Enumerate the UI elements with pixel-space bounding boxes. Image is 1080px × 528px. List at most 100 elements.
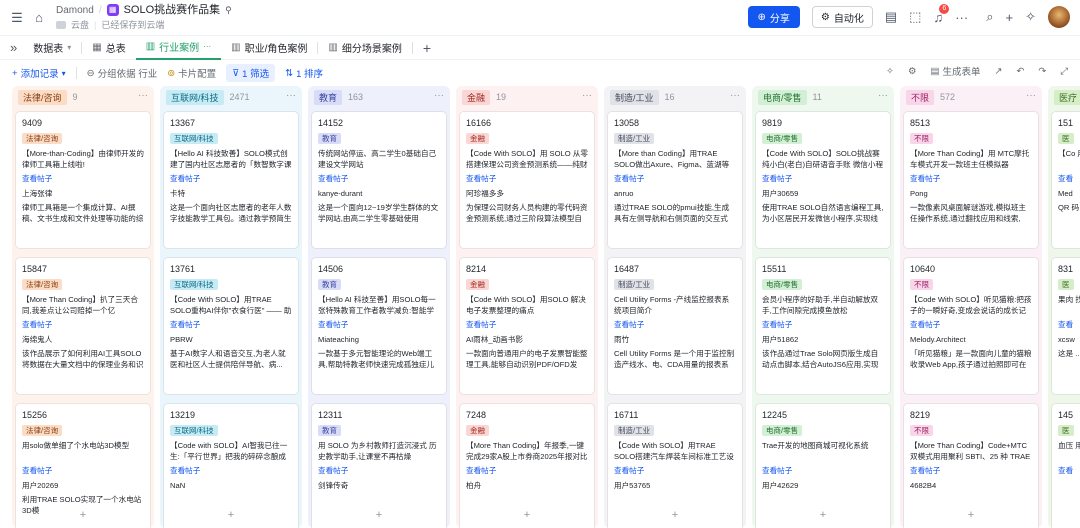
expand-icon[interactable]: »	[10, 40, 17, 55]
view-post-link[interactable]: 查看帖子	[170, 173, 292, 184]
column-more-icon[interactable]: ···	[582, 90, 592, 101]
add-view-icon[interactable]: +	[423, 40, 431, 56]
record-card[interactable]: 13058 制造/工业 【More than Coding】用TRAE SOLO做出…	[608, 112, 742, 248]
undo-icon[interactable]: ↶	[1016, 66, 1024, 77]
column-header[interactable]: 金融 19 ···	[456, 86, 598, 108]
record-card[interactable]: 14152 教育 传统网站停运、高二学生0基础自己建设文学网站 查看帖子 kanye-d…	[312, 112, 446, 248]
view-post-link[interactable]: 查看帖子	[466, 319, 588, 330]
view-post-link[interactable]: 查看帖子	[318, 465, 440, 476]
view-post-link[interactable]: 查看帖子	[762, 173, 884, 184]
tab-overview[interactable]: ▦ 总表	[82, 36, 135, 60]
record-card[interactable]: 8214 金融 【Code With SOLO】用SOLO 解决电子发票整理的痛点查…	[460, 258, 594, 394]
add-icon[interactable]: +	[1006, 10, 1014, 25]
record-card[interactable]: 14506 教育 【Hello AI 科技至善】用SOLO每一张特殊教育工作者教学减…	[312, 258, 446, 394]
record-id: 13058	[614, 118, 640, 128]
add-record-button[interactable]: + 添加记录 ▾	[12, 66, 66, 81]
record-author: Med	[1058, 189, 1073, 198]
view-post-link[interactable]: 查看帖子	[910, 319, 1032, 330]
record-card[interactable]: 8513 不限 【More Than Coding】用 MTC摩托车模式开发一款班主…	[904, 112, 1038, 248]
view-post-link[interactable]: 查看帖子	[614, 465, 736, 476]
group-by-button[interactable]: ⊖ 分组依据 行业	[87, 66, 158, 81]
add-card-button[interactable]: +	[16, 506, 150, 524]
record-card[interactable]: 9409 法律/咨询 【More-than-Coding】由律师开发的律师工具箱上线…	[16, 112, 150, 248]
card-config-button[interactable]: ⊚ 卡片配置	[167, 66, 216, 81]
generate-form-button[interactable]: ▤ 生成表单	[930, 64, 980, 79]
tab-role-cases[interactable]: ▥ 职业/角色案例	[221, 36, 317, 60]
view-post-link[interactable]: 查看帖子	[614, 173, 736, 184]
record-card[interactable]: 10640 不限 【Code With SOLO】听见猫粮:把孩子的一瞬好奇,变成会…	[904, 258, 1038, 394]
view-post-link[interactable]: 查看帖子	[762, 465, 884, 476]
settings-icon[interactable]: ⚙	[908, 66, 917, 77]
redo-icon[interactable]: ↷	[1038, 66, 1046, 77]
add-card-button[interactable]: +	[608, 506, 742, 524]
plugin-icon[interactable]: ⬚	[909, 9, 921, 25]
avatar[interactable]	[1048, 6, 1070, 28]
add-card-button[interactable]: +	[756, 506, 890, 524]
add-card-button[interactable]: +	[312, 506, 446, 524]
record-card[interactable]: 151 医【Co 用 S 查看 Med QR 码	[1052, 112, 1080, 248]
tab-scenario-cases[interactable]: ▥ 细分场景案例	[318, 36, 411, 60]
column-more-icon[interactable]: ···	[878, 90, 888, 101]
ai-sparkle-icon[interactable]: ✧	[886, 66, 894, 77]
view-post-link[interactable]: 查看帖子	[318, 173, 440, 184]
column-header[interactable]: 制造/工业 16 ···	[604, 86, 746, 108]
sparkle-icon[interactable]: ✧	[1025, 9, 1036, 25]
column-more-icon[interactable]: ···	[1026, 90, 1036, 101]
location-label[interactable]: 云盘	[71, 19, 89, 32]
add-card-button[interactable]: +	[460, 506, 594, 524]
record-card[interactable]: 16166 金融 【Code With SOLO】用 SOLO 从零搭建保理公司资金…	[460, 112, 594, 248]
add-card-button[interactable]: +	[904, 506, 1038, 524]
view-post-link[interactable]: 查看	[1058, 173, 1080, 184]
automation-button[interactable]: ⚙ 自动化	[811, 6, 873, 28]
view-post-link[interactable]: 查看	[1058, 465, 1080, 476]
search-icon[interactable]: ⌕	[986, 9, 993, 25]
view-post-link[interactable]: 查看帖子	[910, 465, 1032, 476]
home-icon[interactable]: ⌂	[32, 10, 46, 25]
column-more-icon[interactable]: ···	[730, 90, 740, 101]
sidebar-toggle-icon[interactable]: ☰	[10, 10, 24, 26]
app-title[interactable]: SOLO挑战赛作品集	[124, 4, 221, 17]
column-header[interactable]: 电商/零售 11 ···	[752, 86, 894, 108]
record-card[interactable]: 9819 电商/零售 【Code With SOLO】SOLO挑战赛 纯小白(老白)…	[756, 112, 890, 248]
view-post-link[interactable]: 查看帖子	[762, 319, 884, 330]
filter-button[interactable]: ⊽ 1 筛选	[226, 64, 276, 82]
column-more-icon[interactable]: ···	[138, 90, 148, 101]
view-post-link[interactable]: 查看帖子	[170, 465, 292, 476]
pin-icon[interactable]: ⚲	[225, 4, 232, 17]
share-button[interactable]: ⊕ 分享	[747, 6, 800, 28]
column-header[interactable]: 法律/咨询 9 ···	[12, 86, 154, 108]
record-card[interactable]: 13367 互联网/科技 【Hello AI 科技致善】SOLO模式创建了国内社区志…	[164, 112, 298, 248]
view-post-link[interactable]: 查看帖子	[22, 465, 144, 476]
column-header[interactable]: 医疗···	[1048, 86, 1080, 108]
column-more-icon[interactable]: ···	[434, 90, 444, 101]
view-post-link[interactable]: 查看帖子	[22, 173, 144, 184]
document-icon[interactable]: ▤	[885, 9, 897, 25]
view-post-link[interactable]: 查看帖子	[910, 173, 1032, 184]
view-post-link[interactable]: 查看帖子	[170, 319, 292, 330]
view-post-link[interactable]: 查看	[1058, 319, 1080, 330]
add-card-button[interactable]: +	[1052, 506, 1080, 524]
record-card[interactable]: 16487 制造/工业 Cell Utility Forms -产线监控报表系统项目…	[608, 258, 742, 394]
tab-industry-cases[interactable]: ▥ 行业案例 ···	[135, 36, 222, 60]
column-header[interactable]: 互联网/科技 2471 ···	[160, 86, 302, 108]
tab-data-table[interactable]: 数据表 ▾	[23, 36, 81, 60]
sort-button[interactable]: ⇅ 1 排序	[285, 66, 323, 81]
column-header[interactable]: 不限 572 ···	[900, 86, 1042, 108]
view-post-link[interactable]: 查看帖子	[318, 319, 440, 330]
record-card[interactable]: 15847 法律/咨询 【More Than Coding】扒了三天合同,我差点让公…	[16, 258, 150, 394]
column-header[interactable]: 教育 163 ···	[308, 86, 450, 108]
fullscreen-icon[interactable]: ⤢	[1060, 66, 1068, 77]
view-post-link[interactable]: 查看帖子	[466, 465, 588, 476]
record-card[interactable]: 831 医果肉 找光查看 xcsw 这是 ...	[1052, 258, 1080, 394]
view-post-link[interactable]: 查看帖子	[614, 319, 736, 330]
record-card[interactable]: 13761 互联网/科技 【Code With SOLO】用TRAE SOLO重构A…	[164, 258, 298, 394]
view-post-link[interactable]: 查看帖子	[22, 319, 144, 330]
add-card-button[interactable]: +	[164, 506, 298, 524]
record-card[interactable]: 15511 电商/零售 会员小程序的好助手,半自动解放双手,工作间隙完成摸鱼放松 查看…	[756, 258, 890, 394]
column-more-icon[interactable]: ···	[286, 90, 296, 101]
notification-bell-icon[interactable]: ♫ 6	[933, 3, 950, 25]
view-post-link[interactable]: 查看帖子	[466, 173, 588, 184]
workspace-name[interactable]: Damond	[56, 4, 94, 17]
share-view-icon[interactable]: ↗	[994, 66, 1002, 77]
more-icon[interactable]: ···	[955, 10, 968, 25]
